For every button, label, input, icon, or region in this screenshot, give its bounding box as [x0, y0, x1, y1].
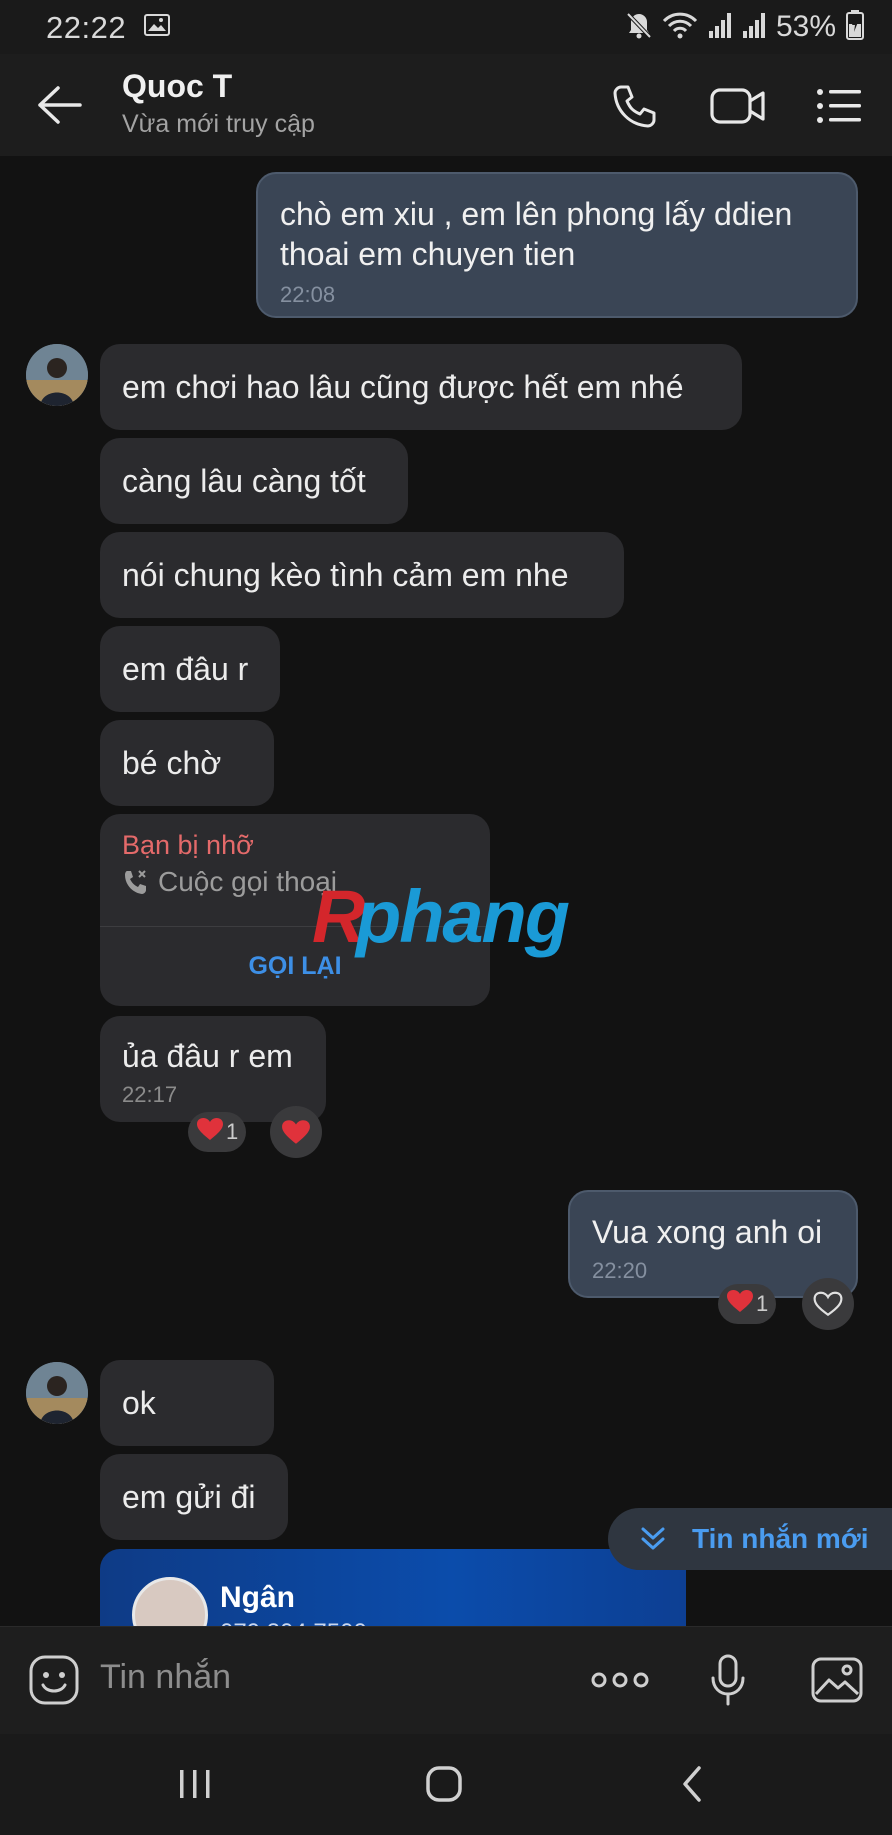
heart-icon [282, 1120, 310, 1144]
back-arrow-icon [38, 86, 82, 124]
double-chevron-down-icon [641, 1527, 665, 1550]
gallery-button[interactable] [808, 1650, 866, 1710]
message-text: ok [122, 1385, 156, 1421]
image-gallery-icon [811, 1657, 863, 1703]
wifi-icon [662, 11, 698, 44]
reaction-summary[interactable]: 1 [188, 1112, 247, 1152]
outgoing-message[interactable]: chò em xiu , em lên phong lấy ddien thoa… [256, 172, 858, 318]
chat-options-button[interactable] [814, 80, 864, 132]
message-text: ủa đâu r em [122, 1038, 293, 1074]
contact-avatar[interactable] [26, 344, 88, 406]
contact-name[interactable]: Quoc T [122, 68, 232, 105]
incoming-message[interactable]: em chơi hao lâu cũng được hết em nhé [100, 344, 742, 430]
message-time: 22:17 [122, 1082, 178, 1107]
recent-apps-icon [180, 1770, 210, 1798]
back-chevron-icon [683, 1766, 701, 1802]
shared-contact-card[interactable]: Ngân 079 304 7500 [100, 1549, 686, 1629]
message-text: chò em xiu , em lên phong lấy ddien thoa… [280, 196, 793, 272]
shared-contact-avatar [132, 1577, 208, 1629]
missed-call-title: Bạn bị nhỡ [122, 830, 254, 860]
more-dots-icon [591, 1672, 649, 1688]
contact-avatar[interactable] [26, 1362, 88, 1424]
heart-icon [726, 1289, 754, 1319]
incoming-message[interactable]: nói chung kèo tình cảm em nhe [100, 532, 624, 618]
new-messages-button[interactable]: Tin nhắn mới [608, 1508, 892, 1570]
reaction-count: 1 [756, 1291, 769, 1316]
list-menu-icon [817, 89, 861, 123]
message-text: em gửi đi [122, 1479, 256, 1515]
microphone-icon [711, 1654, 745, 1706]
react-heart-button[interactable] [270, 1106, 322, 1158]
message-text: bé chờ [122, 745, 222, 781]
phone-icon [613, 85, 656, 128]
message-text: càng lâu càng tốt [122, 463, 366, 499]
message-text: em đâu r [122, 651, 249, 687]
new-messages-label: Tin nhắn mới [692, 1523, 869, 1554]
message-text: nói chung kèo tình cảm em nhe [122, 557, 569, 593]
gallery-notification-icon [144, 14, 170, 36]
sticker-button[interactable] [26, 1650, 82, 1710]
home-button[interactable] [409, 1756, 479, 1812]
status-time: 22:22 [46, 10, 127, 45]
message-time: 22:20 [592, 1258, 648, 1283]
missed-call-icon [125, 870, 146, 894]
message-time: 22:08 [280, 282, 336, 307]
battery-percent: 53% [775, 10, 836, 43]
voice-call-button[interactable] [608, 80, 660, 132]
reaction-count: 1 [226, 1119, 239, 1144]
reaction-summary[interactable]: 1 [718, 1284, 777, 1324]
signal-icon-2 [742, 11, 766, 44]
back-nav-button[interactable] [658, 1756, 728, 1812]
smiley-sticker-icon [29, 1655, 79, 1705]
battery-icon [846, 9, 864, 45]
heart-icon [196, 1117, 224, 1147]
home-icon [426, 1766, 462, 1802]
incoming-message[interactable]: em gửi đi [100, 1454, 288, 1540]
contact-status: Vừa mới truy cập [122, 110, 315, 138]
watermark-logo: R phang [312, 875, 582, 977]
svg-text:phang: phang [354, 880, 569, 958]
voice-message-button[interactable] [706, 1650, 750, 1710]
video-call-button[interactable] [708, 80, 768, 132]
signal-icon-1 [708, 11, 732, 44]
heart-outline-icon [813, 1291, 843, 1317]
react-heart-button[interactable] [802, 1278, 854, 1330]
message-text: Vua xong anh oi [592, 1214, 823, 1250]
incoming-message[interactable]: em đâu r [100, 626, 280, 712]
missed-call-subtitle: Cuộc gọi thoại [122, 866, 337, 898]
message-text: em chơi hao lâu cũng được hết em nhé [122, 369, 684, 405]
back-button[interactable] [34, 82, 86, 128]
message-input[interactable]: Tin nhắn [100, 1658, 231, 1697]
recent-apps-button[interactable] [160, 1756, 230, 1812]
incoming-message[interactable]: càng lâu càng tốt [100, 438, 408, 524]
incoming-message[interactable]: ok [100, 1360, 274, 1446]
mute-icon [626, 11, 652, 44]
incoming-message[interactable]: bé chờ [100, 720, 274, 806]
more-options-button[interactable] [590, 1650, 650, 1710]
status-indicators: 53% [626, 9, 864, 45]
video-camera-icon [710, 88, 765, 124]
shared-contact-name: Ngân [220, 1581, 295, 1614]
